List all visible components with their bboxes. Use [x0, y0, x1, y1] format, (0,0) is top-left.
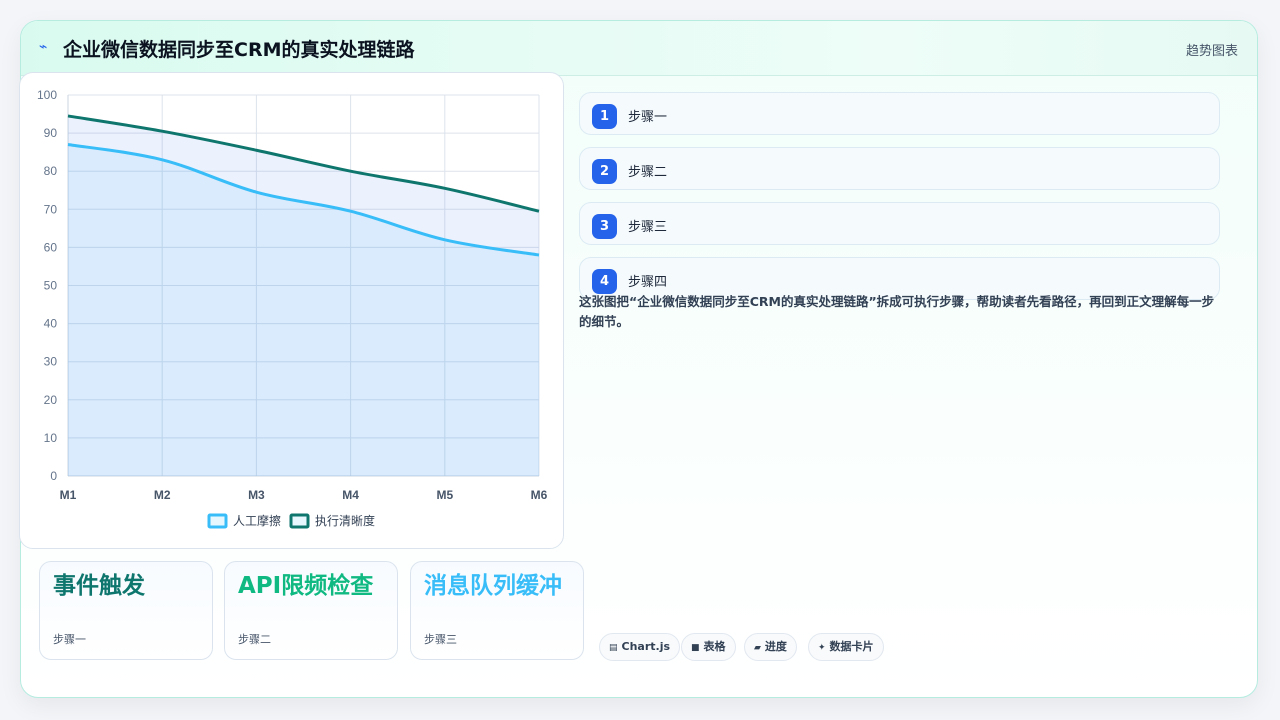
- x-tick-label: M4: [342, 488, 359, 502]
- data-point: [160, 158, 164, 162]
- chip-label-data-card: 数据卡片: [829, 640, 874, 653]
- y-tick-label: 0: [50, 469, 57, 483]
- data-point: [254, 148, 258, 152]
- chip-table[interactable]: ■ 表格: [681, 633, 736, 661]
- chip-label-progress: 进度: [764, 640, 787, 653]
- lightning-icon: ⌁: [39, 39, 48, 55]
- step-item-3[interactable]: 3 步骤三: [579, 202, 1220, 245]
- progress-icon: ▰: [754, 643, 761, 653]
- step-number-4: 4: [592, 269, 617, 294]
- step-number-1: 1: [592, 104, 617, 129]
- x-tick-label: M5: [436, 488, 453, 502]
- x-tick-label: M1: [60, 488, 77, 502]
- y-tick-label: 10: [44, 431, 58, 445]
- kpi-card-3: 消息队列缓冲 步骤三: [410, 561, 584, 660]
- kpi-title-3: 消息队列缓冲: [424, 573, 562, 599]
- kpi-sub-1: 步骤一: [53, 633, 86, 646]
- y-tick-label: 40: [44, 317, 58, 331]
- y-tick-label: 70: [44, 202, 58, 216]
- data-point: [537, 209, 541, 213]
- data-point: [160, 129, 164, 133]
- data-point: [537, 253, 541, 257]
- data-point: [443, 238, 447, 242]
- sparkle-icon: ✦: [818, 643, 826, 653]
- y-tick-label: 80: [44, 164, 58, 178]
- header-chart-label: 趋势图表: [1185, 44, 1238, 59]
- step-label-2: 步骤二: [628, 165, 668, 180]
- kpi-title-2: API限频检查: [238, 573, 374, 599]
- x-tick-label: M2: [154, 488, 171, 502]
- data-point: [349, 169, 353, 173]
- kpi-sub-2: 步骤二: [238, 633, 271, 646]
- step-item-2[interactable]: 2 步骤二: [579, 147, 1220, 190]
- kpi-title-1: 事件触发: [53, 573, 145, 599]
- chip-label-table: 表格: [703, 640, 726, 653]
- chart-description: 这张图把“企业微信数据同步至CRM的真实处理链路”拆成可执行步骤，帮助读者先看路…: [579, 294, 1215, 329]
- kpi-card-2: API限频检查 步骤二: [224, 561, 398, 660]
- kpi-card-1: 事件触发 步骤一: [39, 561, 213, 660]
- chip-progress[interactable]: ▰ 进度: [744, 633, 797, 661]
- legend-label-1: 人工摩擦: [233, 513, 281, 528]
- y-tick-label: 20: [44, 393, 58, 407]
- data-point: [349, 209, 353, 213]
- y-tick-label: 100: [37, 88, 57, 102]
- chart-icon: ▤: [609, 643, 618, 653]
- card-header: ⌁ 企业微信数据同步至CRM的真实处理链路 趋势图表: [21, 21, 1257, 76]
- legend-swatch-1: [207, 513, 228, 529]
- data-point: [66, 143, 70, 147]
- y-tick-label: 30: [44, 355, 58, 369]
- chart-panel: 0 10 20 30 40 50 60 70 80 90 100 M1 M2 M3 M4 M5 M6 人工摩擦 执行…: [19, 72, 564, 549]
- step-label-4: 步骤四: [628, 275, 668, 290]
- trend-chart: 0 10 20 30 40 50 60 70 80 90 100 M1 M2 M3 M4 M5 M6 人工摩擦 执行…: [37, 88, 548, 529]
- data-point: [443, 186, 447, 190]
- chip-chartjs[interactable]: ▤ Chart.js: [599, 633, 681, 661]
- y-tick-label: 50: [44, 279, 58, 293]
- chip-data-card[interactable]: ✦ 数据卡片: [808, 633, 884, 661]
- data-point: [254, 190, 258, 194]
- legend-label-2: 执行清晰度: [315, 513, 375, 528]
- chip-label-chartjs: Chart.js: [621, 640, 671, 653]
- y-tick-label: 90: [44, 126, 58, 140]
- x-tick-label: M6: [531, 488, 548, 502]
- page-title: 企业微信数据同步至CRM的真实处理链路: [63, 39, 415, 61]
- x-tick-label: M3: [248, 488, 265, 502]
- y-tick-label: 60: [44, 240, 58, 254]
- table-icon: ■: [691, 643, 700, 653]
- step-label-1: 步骤一: [628, 110, 668, 125]
- data-point: [66, 114, 70, 118]
- step-number-3: 3: [592, 214, 617, 239]
- legend-swatch-2: [289, 513, 310, 529]
- step-number-2: 2: [592, 159, 617, 184]
- kpi-sub-3: 步骤三: [424, 633, 457, 646]
- step-label-3: 步骤三: [628, 220, 668, 235]
- step-item-1[interactable]: 1 步骤一: [579, 92, 1220, 135]
